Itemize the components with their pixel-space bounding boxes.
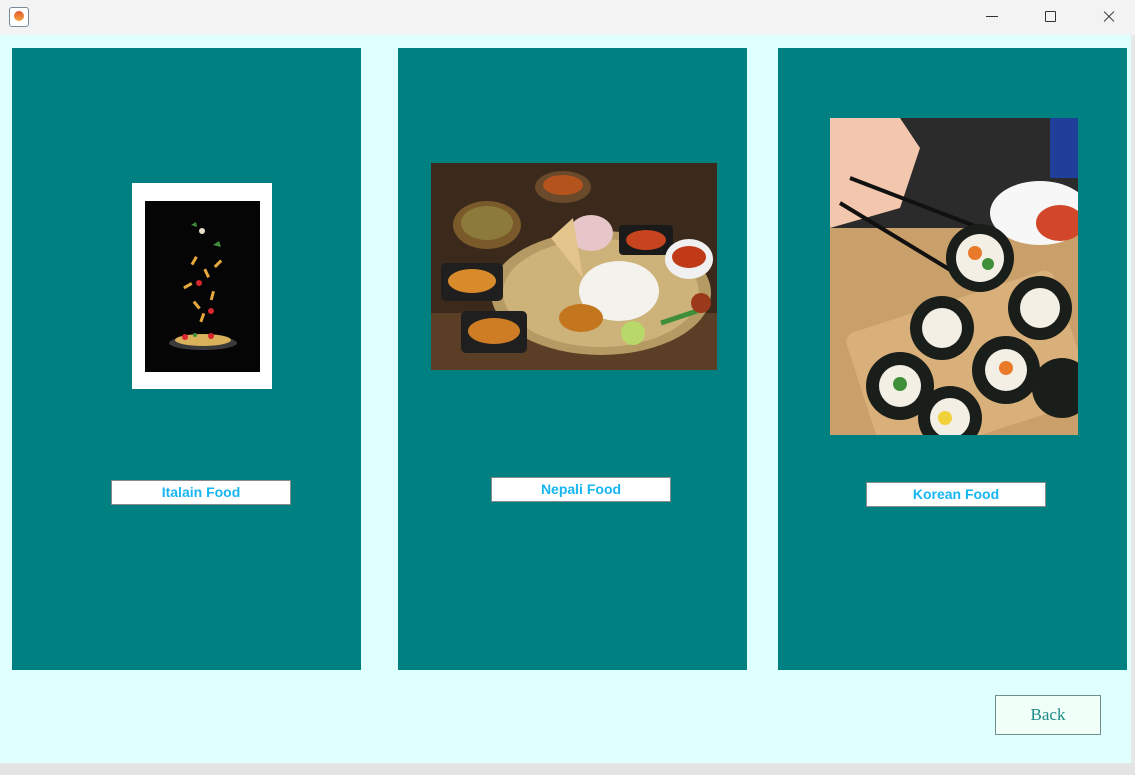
nepali-food-button[interactable]: Nepali Food xyxy=(491,477,671,502)
back-button[interactable]: Back xyxy=(995,695,1101,735)
italian-food-card: Italain Food xyxy=(12,48,361,670)
main-content: Italain Food Nepali Food Korean Food Bac… xyxy=(0,35,1131,763)
title-bar xyxy=(0,0,1135,35)
italian-food-button[interactable]: Italain Food xyxy=(111,480,291,505)
nepali-food-card: Nepali Food xyxy=(398,48,747,670)
minimize-icon[interactable] xyxy=(963,0,1021,35)
nepali-food-image xyxy=(431,163,717,370)
italian-food-image xyxy=(132,183,272,389)
korean-food-image xyxy=(830,118,1078,435)
korean-food-card: Korean Food xyxy=(778,48,1127,670)
window-bottom-border xyxy=(0,763,1135,775)
close-icon[interactable] xyxy=(1079,0,1135,35)
java-cup-icon xyxy=(9,7,29,27)
korean-food-button[interactable]: Korean Food xyxy=(866,482,1046,507)
maximize-icon[interactable] xyxy=(1021,0,1079,35)
